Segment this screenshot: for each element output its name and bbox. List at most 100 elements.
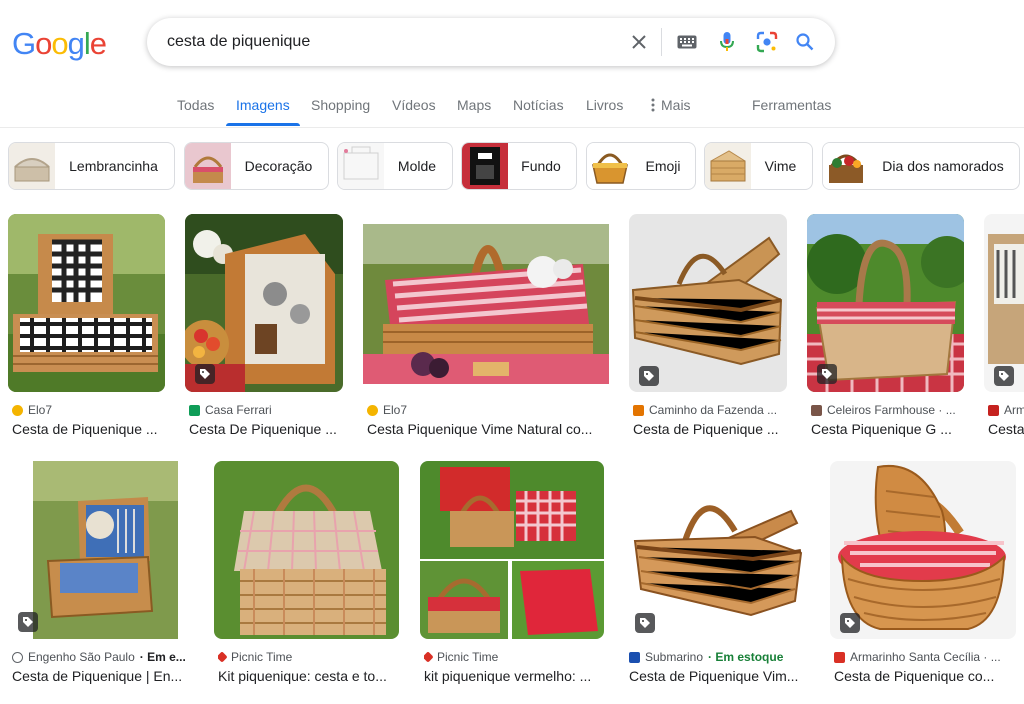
result-thumbnail[interactable]: [8, 214, 165, 392]
source-name: Casa Ferrari: [205, 403, 272, 417]
site-favicon: [988, 404, 999, 416]
product-tag-icon: [840, 613, 860, 633]
result-title[interactable]: Cesta de Piquenique | En...: [12, 668, 192, 684]
result-source[interactable]: Elo7: [367, 403, 607, 417]
result-thumbnail[interactable]: [830, 461, 1016, 639]
result-thumbnail[interactable]: [420, 461, 604, 639]
product-tag-icon: [817, 364, 837, 384]
site-favicon: [12, 404, 23, 416]
result-title[interactable]: Cesta De Piquenique ...: [189, 421, 341, 437]
result-source[interactable]: Caminho da Fazenda ...: [633, 403, 785, 417]
lens-icon[interactable]: [755, 30, 779, 54]
source-name: Armarinho Santa Cecília · ...: [850, 650, 1001, 664]
chip-molde[interactable]: Molde: [337, 142, 453, 190]
logo-letter: o: [51, 26, 68, 61]
chip-thumbnail: [462, 143, 508, 189]
chip-thumbnail: [9, 143, 55, 189]
result-thumbnail[interactable]: [984, 214, 1024, 392]
search-icon[interactable]: [793, 30, 817, 54]
source-name: Picnic Time: [437, 650, 499, 664]
search-tabs: Todas Imagens Shopping Vídeos Maps Notíc…: [0, 97, 1024, 127]
site-favicon: [218, 651, 228, 663]
result-thumbnail[interactable]: [185, 214, 343, 392]
logo-letter: o: [35, 26, 52, 61]
result-title[interactable]: Cesta de Piquenique ...: [12, 421, 162, 437]
tab-livros[interactable]: Livros: [586, 97, 623, 113]
source-name: Picnic Time: [231, 650, 293, 664]
chip-thumbnail: [185, 143, 231, 189]
result-source[interactable]: Arm: [988, 403, 1024, 417]
google-logo[interactable]: Google: [12, 26, 107, 62]
tab-ferramentas[interactable]: Ferramentas: [752, 97, 831, 113]
product-tag-icon: [639, 366, 659, 386]
keyboard-icon[interactable]: [675, 30, 699, 54]
source-name: Engenho São Paulo: [28, 650, 135, 664]
result-title[interactable]: Cesta: [988, 421, 1024, 437]
tab-mais[interactable]: Mais: [651, 97, 691, 113]
source-name: Submarino: [645, 650, 704, 664]
result-source[interactable]: Celeiros Farmhouse · ...: [811, 403, 961, 417]
tab-noticias[interactable]: Notícias: [513, 97, 564, 113]
chip-label: Vime: [764, 158, 797, 174]
result-thumbnail[interactable]: [214, 461, 399, 639]
source-name: Elo7: [28, 403, 53, 417]
close-icon[interactable]: [627, 30, 651, 54]
chip-lembrancinha[interactable]: Lembrancinha: [8, 142, 175, 190]
tab-todas[interactable]: Todas: [177, 97, 214, 113]
site-favicon: [367, 404, 378, 416]
microphone-icon[interactable]: [715, 30, 739, 54]
chip-thumbnail: [587, 143, 633, 189]
tabs-divider: [0, 127, 1024, 128]
chip-label: Molde: [397, 158, 437, 174]
chip-fundo[interactable]: Fundo: [461, 142, 577, 190]
tab-videos[interactable]: Vídeos: [392, 97, 436, 113]
result-title[interactable]: Cesta de Piquenique Vim...: [629, 668, 809, 684]
search-box[interactable]: cesta de piquenique: [147, 18, 835, 66]
result-thumbnail[interactable]: [625, 461, 810, 639]
result-source[interactable]: Engenho São Paulo · Em e...: [12, 650, 192, 664]
logo-letter: G: [12, 26, 36, 61]
tab-shopping[interactable]: Shopping: [311, 97, 370, 113]
site-favicon: [834, 651, 845, 663]
product-tag-icon: [195, 364, 215, 384]
result-title[interactable]: kit piquenique vermelho: ...: [424, 668, 602, 684]
result-title[interactable]: Cesta Piquenique Vime Natural co...: [367, 421, 607, 437]
chip-emoji[interactable]: Emoji: [586, 142, 696, 190]
chip-dia-dos-namorados[interactable]: Dia dos namorados: [822, 142, 1020, 190]
result-title[interactable]: Cesta de Piquenique ...: [633, 421, 785, 437]
source-name: Caminho da Fazenda ...: [649, 403, 778, 417]
chip-thumbnail: [338, 143, 384, 189]
site-favicon: [189, 404, 200, 416]
source-name: Elo7: [383, 403, 408, 417]
source-name: Arm: [1004, 403, 1024, 417]
search-input[interactable]: cesta de piquenique: [167, 33, 310, 51]
result-thumbnail[interactable]: [8, 461, 194, 639]
result-title[interactable]: Kit piquenique: cesta e to...: [218, 668, 398, 684]
chip-label: Lembrancinha: [69, 158, 158, 174]
result-source[interactable]: Submarino · Em estoque: [629, 650, 809, 664]
result-title[interactable]: Cesta Piquenique G ...: [811, 421, 961, 437]
chip-decoracao[interactable]: Decoração: [184, 142, 329, 190]
source-extra: · Em e...: [139, 650, 186, 664]
tab-maps[interactable]: Maps: [457, 97, 491, 113]
result-source[interactable]: Picnic Time: [218, 650, 398, 664]
tab-imagens[interactable]: Imagens: [236, 97, 290, 113]
active-tab-indicator: [226, 123, 300, 126]
chip-label: Decoração: [244, 158, 313, 174]
logo-letter: e: [89, 26, 107, 61]
result-source[interactable]: Armarinho Santa Cecília · ...: [834, 650, 1014, 664]
chip-vime[interactable]: Vime: [704, 142, 813, 190]
tab-mais-label: Mais: [661, 97, 691, 113]
chip-label: Fundo: [521, 158, 561, 174]
site-favicon: [633, 404, 644, 416]
result-thumbnail[interactable]: [629, 214, 787, 392]
result-source[interactable]: Casa Ferrari: [189, 403, 339, 417]
in-stock-label: · Em estoque: [708, 650, 784, 664]
result-thumbnail[interactable]: [363, 214, 609, 392]
result-title[interactable]: Cesta de Piquenique co...: [834, 668, 1014, 684]
result-thumbnail[interactable]: [807, 214, 964, 392]
result-source[interactable]: Picnic Time: [424, 650, 602, 664]
product-tag-icon: [994, 366, 1014, 386]
more-vert-icon: [651, 98, 655, 112]
result-source[interactable]: Elo7: [12, 403, 162, 417]
